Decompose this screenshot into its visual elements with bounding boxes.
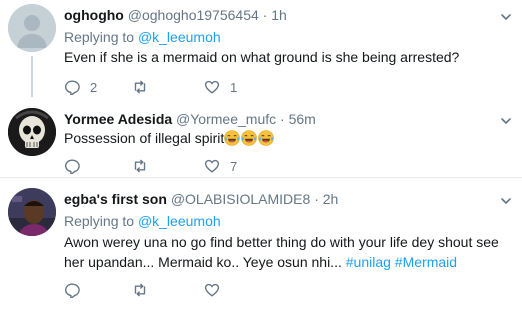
retweet-icon xyxy=(134,159,146,173)
action-bar xyxy=(64,281,504,299)
display-name[interactable]: oghogho xyxy=(64,7,124,23)
replying-to-label: Replying to xyxy=(64,29,135,45)
tweet-header: oghogho @oghogho19756454 · 1h xyxy=(64,6,287,24)
reply-to-link[interactable]: @k_leeumoh xyxy=(138,29,221,45)
skull-avatar-icon xyxy=(8,108,56,156)
avatar[interactable] xyxy=(8,108,56,156)
display-name[interactable]: egba's first son xyxy=(64,191,167,207)
display-name[interactable]: Yormee Adesida xyxy=(64,111,172,127)
tweet-egba[interactable]: egba's first son @OLABISIOLAMIDE8 · 2h R… xyxy=(0,178,522,318)
like-button[interactable]: 7 xyxy=(204,157,237,175)
separator: · xyxy=(314,191,319,207)
tears-of-joy-emoji-icon xyxy=(241,130,258,146)
like-count: 1 xyxy=(230,79,238,95)
reply-icon xyxy=(64,80,80,95)
tweet-yormee[interactable]: Yormee Adesida @Yormee_mufc · 56m Posses… xyxy=(0,98,522,174)
separator: · xyxy=(280,111,285,127)
chevron-down-icon[interactable] xyxy=(499,114,513,128)
retweet-icon xyxy=(134,283,146,297)
avatar[interactable] xyxy=(8,188,56,236)
like-button[interactable] xyxy=(204,281,230,299)
retweet-button[interactable] xyxy=(132,157,158,175)
reply-to-link[interactable]: @k_leeumoh xyxy=(138,213,221,229)
retweet-button[interactable] xyxy=(132,78,158,96)
avatar[interactable] xyxy=(8,4,56,52)
reply-button[interactable] xyxy=(64,281,90,299)
retweet-icon xyxy=(134,80,146,94)
tweet-oghogho[interactable]: oghogho @oghogho19756454 · 1h Replying t… xyxy=(0,0,522,97)
thread-line xyxy=(31,56,33,97)
timestamp[interactable]: 2h xyxy=(323,191,339,207)
timestamp[interactable]: 56m xyxy=(289,111,316,127)
tweet-text: Possession of illegal spirit xyxy=(64,128,504,148)
hashtag-mermaid[interactable]: #Mermaid xyxy=(395,254,457,270)
user-handle[interactable]: @OLABISIOLAMIDE8 xyxy=(171,191,310,207)
like-count: 7 xyxy=(230,158,238,174)
like-button[interactable]: 1 xyxy=(204,78,237,96)
tears-of-joy-emoji-icon xyxy=(224,130,241,146)
replying-to-label: Replying to xyxy=(64,213,135,229)
separator: · xyxy=(262,7,268,23)
tweet-text-body: Possession of illegal spirit xyxy=(64,130,225,146)
action-bar: 2 1 xyxy=(64,78,504,96)
action-bar: 7 xyxy=(64,157,504,175)
replying-to: Replying to @k_leeumoh xyxy=(64,28,221,46)
like-icon xyxy=(204,80,220,94)
user-photo-avatar-icon xyxy=(8,188,56,236)
timestamp[interactable]: 1h xyxy=(271,7,287,23)
chevron-down-icon[interactable] xyxy=(499,194,513,208)
replying-to: Replying to @k_leeumoh xyxy=(64,212,221,230)
user-handle[interactable]: @Yormee_mufc xyxy=(176,111,276,127)
hashtag-unilag[interactable]: #unilag xyxy=(346,254,391,270)
reply-icon xyxy=(64,159,80,174)
retweet-button[interactable] xyxy=(132,281,158,299)
like-icon xyxy=(204,159,220,173)
user-handle[interactable]: @oghogho19756454 xyxy=(128,7,259,23)
default-avatar-icon xyxy=(8,4,56,52)
chevron-down-icon[interactable] xyxy=(499,10,513,24)
tears-of-joy-emoji-icon xyxy=(258,130,275,146)
tweet-text: Awon werey una no go find better thing d… xyxy=(64,232,504,272)
tweet-text: Even if she is a mermaid on what ground … xyxy=(64,49,460,65)
like-icon xyxy=(204,283,220,297)
reply-button[interactable] xyxy=(64,157,90,175)
reply-count: 2 xyxy=(90,79,98,95)
tweet-header: egba's first son @OLABISIOLAMIDE8 · 2h xyxy=(64,190,338,208)
tweet-header: Yormee Adesida @Yormee_mufc · 56m xyxy=(64,110,316,128)
reply-icon xyxy=(64,283,80,298)
reply-button[interactable]: 2 xyxy=(64,78,97,96)
